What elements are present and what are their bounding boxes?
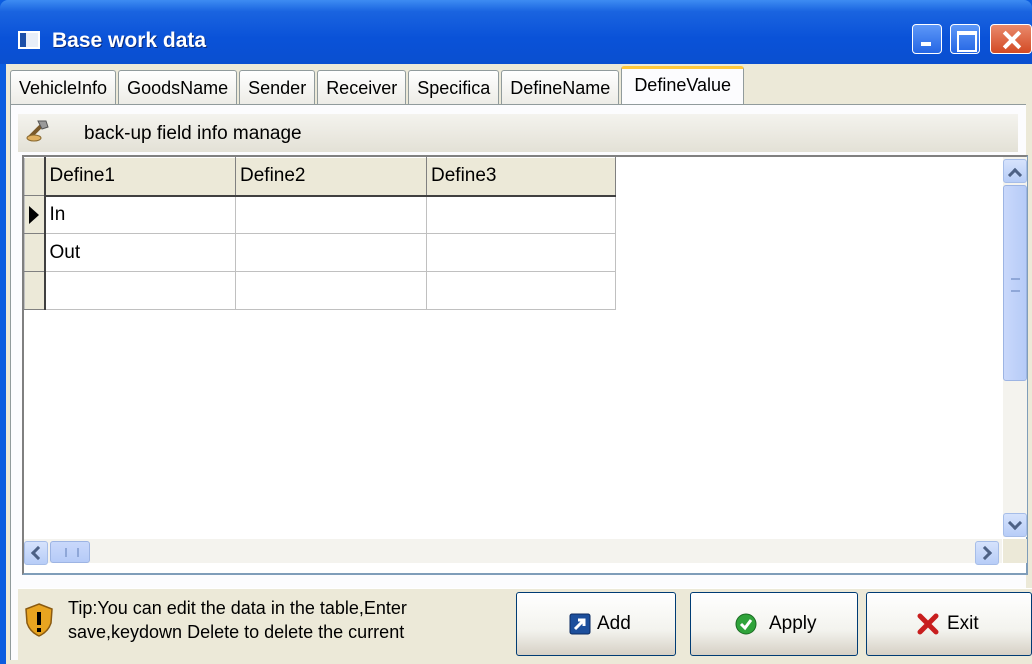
grid-table: Define1 Define2 Define3 In Out xyxy=(24,157,616,310)
column-header-define2[interactable]: Define2 xyxy=(235,157,427,197)
tip-line-1: Tip:You can edit the data in the table,E… xyxy=(68,598,407,618)
grid-cell[interactable] xyxy=(426,195,616,234)
column-header-define1[interactable]: Define1 xyxy=(44,157,236,197)
tab-receiver[interactable]: Receiver xyxy=(317,70,407,106)
chevron-up-icon xyxy=(1007,167,1023,183)
tools-icon xyxy=(26,120,49,142)
chevron-left-icon xyxy=(30,545,46,561)
tab-definename[interactable]: DefineName xyxy=(501,70,620,106)
apply-button[interactable]: Apply xyxy=(690,592,858,656)
row-indicator[interactable] xyxy=(24,233,46,272)
tab-definevalue[interactable]: DefineValue xyxy=(621,66,745,106)
column-header-define3[interactable]: Define3 xyxy=(426,157,616,197)
scrollbar-corner xyxy=(1003,539,1027,563)
grid-corner-cell xyxy=(24,157,46,196)
window-title: Base work data xyxy=(52,29,207,52)
grid-cell[interactable] xyxy=(426,271,616,310)
grid-cell[interactable] xyxy=(426,233,616,272)
title-bar[interactable]: Base work data xyxy=(0,0,1032,64)
add-button[interactable]: Add xyxy=(516,592,676,656)
window-icon xyxy=(18,31,40,49)
grid-cell[interactable]: Out xyxy=(44,233,236,272)
close-button[interactable] xyxy=(990,24,1032,54)
maximize-button[interactable] xyxy=(950,24,980,54)
add-arrow-icon xyxy=(569,613,591,635)
table-row[interactable] xyxy=(24,271,616,310)
tab-goodsname[interactable]: GoodsName xyxy=(118,70,238,106)
vertical-scroll-thumb[interactable] xyxy=(1003,185,1027,381)
scroll-down-button[interactable] xyxy=(1003,513,1027,537)
minimize-button[interactable] xyxy=(912,24,942,54)
grid-cell[interactable] xyxy=(235,271,427,310)
grid-cell[interactable] xyxy=(235,233,427,272)
current-row-arrow-icon xyxy=(29,206,39,224)
horizontal-scroll-thumb[interactable] xyxy=(50,541,90,563)
scroll-right-button[interactable] xyxy=(975,541,999,565)
tab-vehicleinfo[interactable]: VehicleInfo xyxy=(10,70,117,106)
grid-cell[interactable]: In xyxy=(44,195,236,234)
exit-button-label: Exit xyxy=(947,613,979,634)
chevron-down-icon xyxy=(1007,515,1023,531)
add-button-label: Add xyxy=(597,613,631,634)
tab-sender[interactable]: Sender xyxy=(239,70,316,106)
table-row[interactable]: Out xyxy=(24,233,616,272)
security-warning-icon xyxy=(25,603,53,637)
app-window: Base work data VehicleInfo GoodsName Sen… xyxy=(0,0,1032,664)
grid-header-row: Define1 Define2 Define3 xyxy=(24,157,616,197)
tab-specifica[interactable]: Specifica xyxy=(408,70,500,106)
exit-button[interactable]: Exit xyxy=(866,592,1032,656)
horizontal-scrollbar[interactable] xyxy=(24,539,1002,563)
section-title: back-up field info manage xyxy=(84,123,302,144)
check-icon xyxy=(735,613,757,635)
tip-line-2: save,keydown Delete to delete the curren… xyxy=(68,622,405,642)
row-indicator[interactable] xyxy=(24,271,46,310)
grid-cell[interactable] xyxy=(44,271,236,310)
apply-button-label: Apply xyxy=(769,613,817,634)
tab-strip: VehicleInfo GoodsName Sender Receiver Sp… xyxy=(10,66,746,106)
row-indicator[interactable] xyxy=(24,195,46,234)
close-x-icon xyxy=(917,613,939,635)
scroll-up-button[interactable] xyxy=(1003,159,1027,183)
scroll-left-button[interactable] xyxy=(24,541,48,565)
chevron-right-icon xyxy=(977,545,993,561)
grid-cell[interactable] xyxy=(235,195,427,234)
tip-text: Tip:You can edit the data in the table,E… xyxy=(68,596,407,644)
table-row[interactable]: In xyxy=(24,195,616,234)
